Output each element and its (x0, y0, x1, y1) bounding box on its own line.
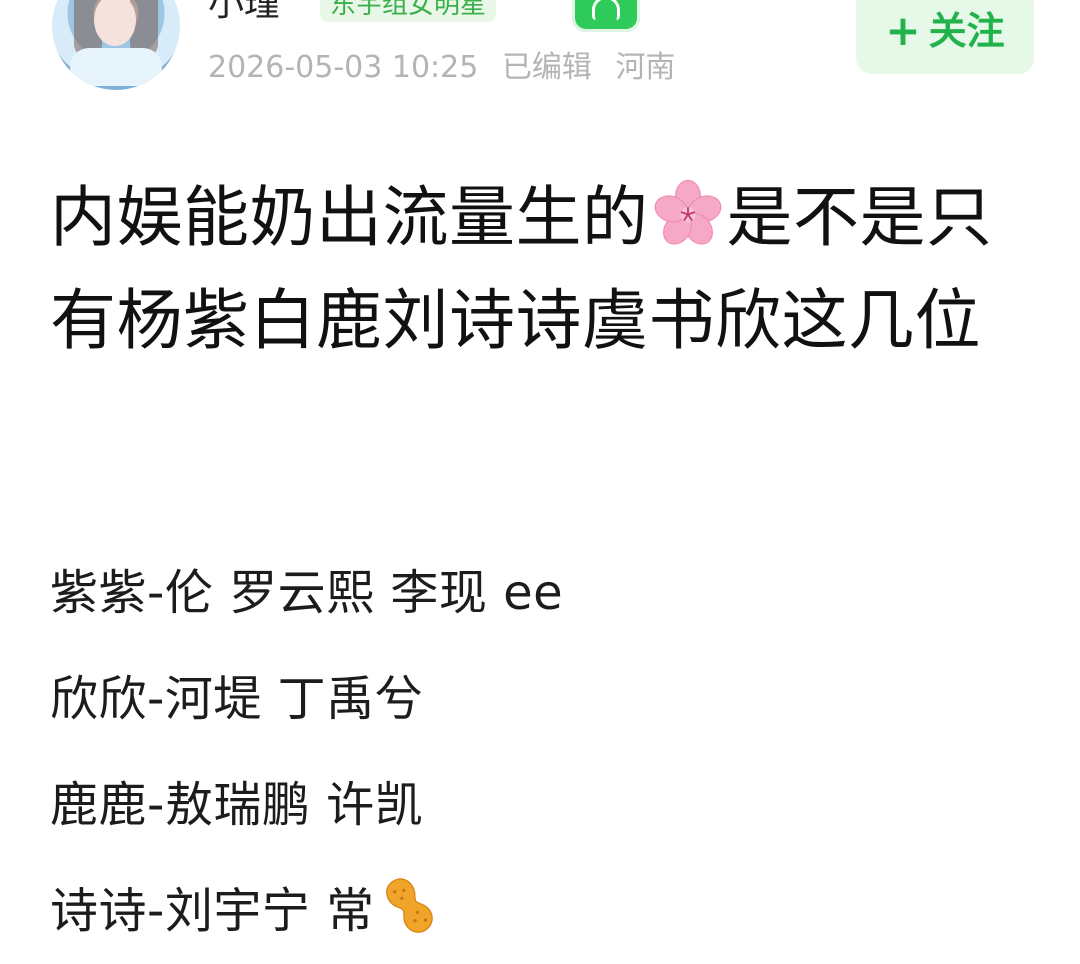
post-location: 河南 (615, 50, 676, 85)
avatar[interactable] (52, 0, 180, 90)
body-line-3: 鹿鹿-敖瑞鹏 许凯 (50, 777, 424, 833)
body-line-1: 紫紫-伦 罗云熙 李现 ee (50, 565, 564, 621)
plus-icon: + (885, 6, 921, 55)
sakura-icon (654, 179, 721, 245)
post-meta: 2026-05-03 10:25 已编辑 河南 (208, 46, 689, 90)
post-title: 内娱能奶出流量生的 是不是只有杨紫白鹿刘诗诗虞书欣这几位 (50, 166, 1040, 372)
body-line-4-text: 诗诗-刘宇宁 常 (50, 883, 375, 939)
edited-label: 已编辑 (501, 50, 592, 85)
headset-phone-icon (572, 0, 640, 32)
headset-shape (592, 0, 620, 20)
identity-badge[interactable]: 东宇组女明星 (320, 0, 497, 22)
post-body: 紫紫-伦 罗云熙 李现 ee 欣欣-河堤 丁禹兮 鹿鹿-敖瑞鹏 许凯 诗诗-刘宇… (50, 540, 1030, 964)
follow-label: 关注 (928, 9, 1005, 53)
body-line-4: 诗诗-刘宇宁 常 (50, 858, 1030, 964)
post-timestamp: 2026-05-03 10:25 (208, 50, 479, 85)
avatar-scarf (70, 48, 162, 86)
body-line-2: 欣欣-河堤 丁禹兮 (50, 671, 424, 727)
post-title-part1: 内娱能奶出流量生的 (50, 179, 649, 256)
peanut-icon (385, 878, 433, 933)
username[interactable]: 小瑾 (208, 0, 280, 26)
follow-button[interactable]: + 关注 (856, 0, 1034, 74)
